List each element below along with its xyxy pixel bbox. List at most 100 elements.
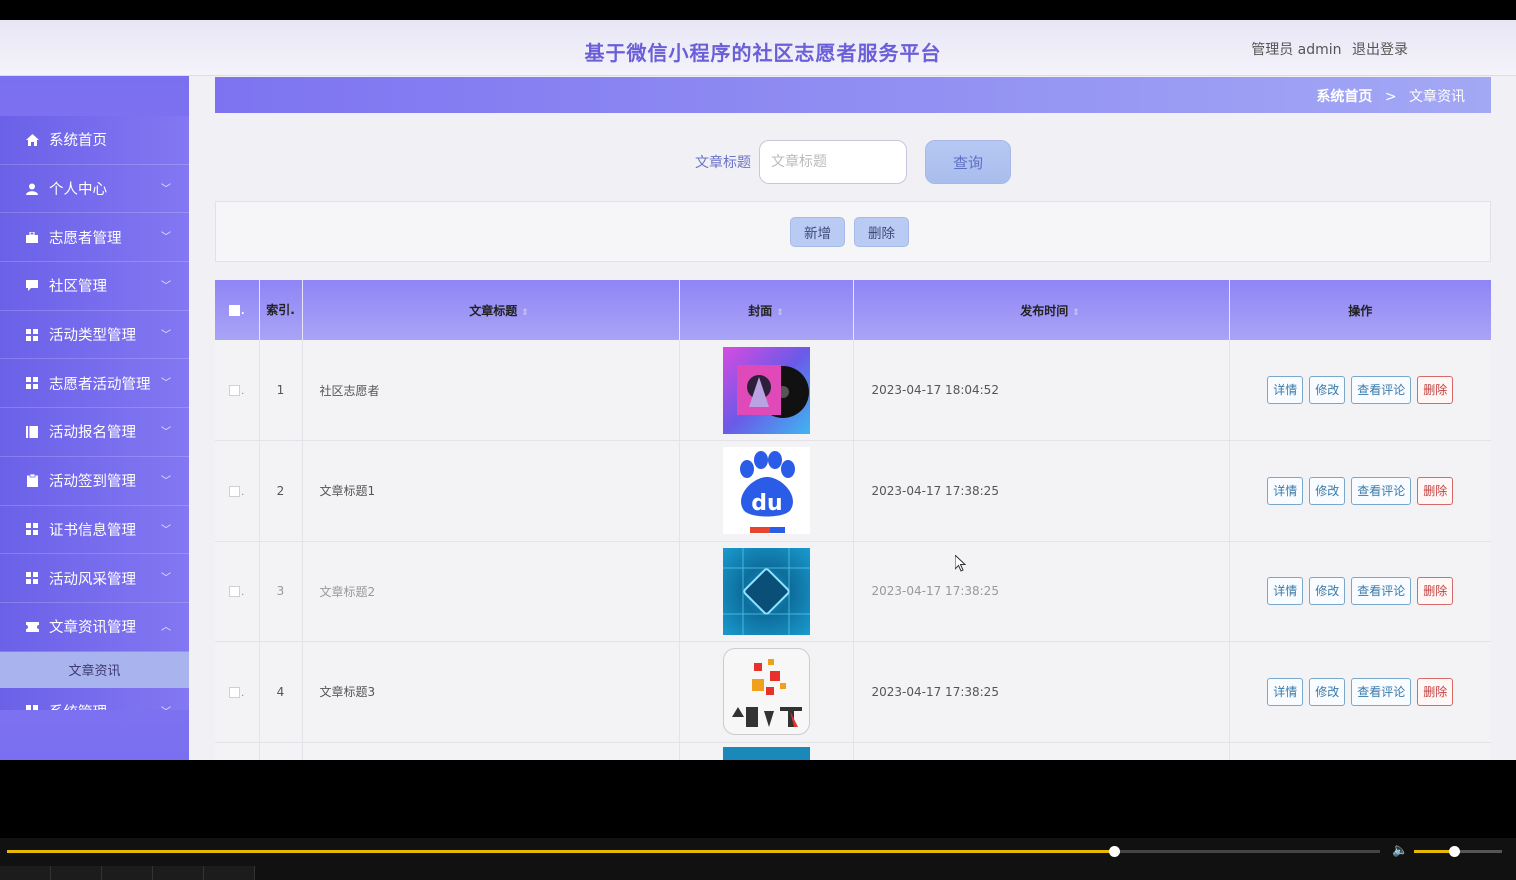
ticket-icon — [25, 620, 39, 634]
logout-link[interactable]: 退出登录 — [1352, 42, 1408, 58]
sidebar-item-volunteer-activities[interactable]: 志愿者活动管理 ﹀ — [0, 359, 189, 409]
delete-button[interactable]: 删除 — [1417, 677, 1454, 706]
app-window: 基于微信小程序的社区志愿者服务平台 管理员 admin 退出登录 系统首页 个人… — [0, 20, 1516, 760]
batch-delete-button[interactable]: 删除 — [854, 217, 909, 247]
breadcrumb-current: 文章资讯 — [1409, 89, 1465, 105]
sidebar-menu: 系统首页 个人中心 ﹀ 志愿者管理 ﹀ 社区管理 ﹀ 活动类型管理 ﹀ 志愿者活… — [0, 116, 189, 710]
row-title: 文章标题3 — [302, 641, 680, 743]
header-title[interactable]: 文章标题 ⇕ — [302, 280, 680, 340]
sort-icon[interactable]: ⇕ — [521, 308, 529, 318]
sidebar-item-profile[interactable]: 个人中心 ﹀ — [0, 164, 189, 214]
cover-image[interactable] — [722, 746, 810, 760]
chevron-down-icon: ﹀ — [161, 232, 171, 244]
svg-text:du: du — [751, 491, 782, 516]
view-comments-button[interactable]: 查看评论 — [1351, 677, 1412, 706]
search-label: 文章标题 — [695, 155, 751, 171]
sidebar-item-activity-gallery[interactable]: 活动风采管理 ﹀ — [0, 554, 189, 603]
row-title: 文章标题2 — [302, 541, 680, 642]
add-button[interactable]: 新增 — [790, 217, 845, 247]
edit-button[interactable]: 修改 — [1309, 376, 1346, 404]
row-checkbox[interactable] — [229, 485, 241, 497]
grid-icon — [25, 571, 39, 585]
sidebar-item-label: 活动报名管理 — [49, 425, 136, 442]
header-cover[interactable]: 封面 ⇕ — [679, 280, 854, 340]
detail-button[interactable]: 详情 — [1267, 476, 1304, 505]
header-time[interactable]: 发布时间 ⇕ — [853, 280, 1230, 340]
chevron-down-icon: ﹀ — [161, 524, 171, 536]
clipboard-icon — [25, 474, 39, 488]
breadcrumb-bar: 系统首页 > 文章资讯 — [215, 77, 1491, 113]
delete-button[interactable]: 删除 — [1417, 376, 1454, 404]
table-row: . 4 文章标题3 2023-04-17 17:38:25 详情 修改 查看评论… — [215, 641, 1491, 743]
table-row: . 3 文章标题2 2023-04-17 17:38:25 详情 修改 查看评论… — [215, 541, 1491, 642]
seek-bar-handle[interactable] — [1108, 846, 1120, 857]
user-icon — [25, 182, 39, 196]
sidebar-item-activity-types[interactable]: 活动类型管理 ﹀ — [0, 310, 189, 360]
breadcrumb-home[interactable]: 系统首页 — [1316, 89, 1372, 105]
music-cover-image[interactable] — [722, 346, 810, 434]
chevron-down-icon: ﹀ — [161, 475, 171, 487]
action-panel: 新增 删除 — [215, 201, 1491, 262]
header-time-label: 发布时间 — [1020, 303, 1069, 318]
sidebar-item-volunteers[interactable]: 志愿者管理 ﹀ — [0, 213, 189, 263]
volume-icon[interactable]: 🔈 — [1392, 843, 1408, 858]
briefcase-icon — [25, 230, 39, 244]
chevron-down-icon: ﹀ — [161, 329, 171, 341]
thumbnail[interactable] — [0, 866, 51, 880]
volume-slider-handle[interactable] — [1448, 846, 1460, 857]
sidebar-item-articles[interactable]: 文章资讯管理 ︿ — [0, 602, 189, 652]
delete-button[interactable]: 删除 — [1417, 577, 1454, 606]
search-input[interactable] — [759, 140, 907, 184]
thumbnail[interactable] — [153, 866, 204, 880]
sidebar-item-home[interactable]: 系统首页 — [0, 116, 189, 165]
baidu-logo-image[interactable]: du — [722, 447, 810, 535]
view-comments-button[interactable]: 查看评论 — [1351, 376, 1412, 404]
row-checkbox[interactable] — [229, 686, 241, 698]
thumbnail[interactable] — [204, 866, 255, 880]
thumbnail[interactable] — [102, 866, 153, 880]
sidebar-item-label: 系统管理 — [49, 701, 107, 710]
thumbnail[interactable] — [51, 866, 102, 880]
chip-image[interactable] — [722, 547, 810, 635]
sidebar-item-label: 系统首页 — [49, 133, 107, 150]
home-icon — [25, 133, 39, 147]
chevron-down-icon: ﹀ — [161, 183, 171, 195]
sidebar-subitem-articles[interactable]: 文章资讯 — [0, 651, 189, 688]
sidebar-item-label: 活动签到管理 — [49, 474, 136, 491]
detail-button[interactable]: 详情 — [1267, 577, 1304, 606]
sidebar-item-certificates[interactable]: 证书信息管理 ﹀ — [0, 505, 189, 555]
sidebar-item-registrations[interactable]: 活动报名管理 ﹀ — [0, 408, 189, 457]
volume-slider-fill — [1414, 850, 1454, 853]
edit-button[interactable]: 修改 — [1309, 577, 1346, 606]
sidebar-item-community[interactable]: 社区管理 ﹀ — [0, 262, 189, 311]
table-row — [215, 742, 1491, 760]
book-icon — [25, 425, 39, 439]
edit-button[interactable]: 修改 — [1309, 476, 1346, 505]
sort-icon[interactable]: ⇕ — [1072, 308, 1080, 318]
detail-button[interactable]: 详情 — [1267, 376, 1304, 404]
row-time: 2023-04-17 18:04:52 — [853, 340, 1230, 441]
header-index: 索引. — [259, 280, 303, 340]
sidebar-item-system[interactable]: 系统管理 ﹀ — [0, 687, 189, 710]
view-comments-button[interactable]: 查看评论 — [1351, 577, 1412, 606]
volume-slider[interactable] — [1414, 846, 1502, 857]
sidebar-item-label: 活动风采管理 — [49, 571, 136, 588]
breadcrumb: 系统首页 > 文章资讯 — [1316, 86, 1465, 106]
edit-button[interactable]: 修改 — [1309, 677, 1346, 706]
row-time: 2023-04-17 17:38:25 — [853, 641, 1230, 743]
select-all-checkbox[interactable] — [228, 305, 240, 316]
row-checkbox[interactable] — [229, 385, 241, 396]
sort-icon[interactable]: ⇕ — [776, 308, 784, 318]
article-table: . 索引. 文章标题 ⇕ 封面 ⇕ 发布时间 ⇕ 操作 . 1 社区志愿者 20… — [215, 280, 1491, 760]
delete-button[interactable]: 删除 — [1417, 476, 1454, 505]
sidebar-item-checkins[interactable]: 活动签到管理 ﹀ — [0, 456, 189, 506]
search-button[interactable]: 查询 — [925, 140, 1011, 184]
detail-button[interactable]: 详情 — [1267, 677, 1304, 706]
header-select-all[interactable]: . — [215, 280, 260, 340]
seek-bar[interactable] — [7, 846, 1380, 857]
row-checkbox[interactable] — [229, 586, 241, 598]
row-time: 2023-04-17 17:38:25 — [853, 440, 1230, 542]
huashu-tv-logo-image[interactable] — [722, 648, 810, 736]
grid-icon — [25, 522, 39, 536]
view-comments-button[interactable]: 查看评论 — [1351, 476, 1412, 505]
